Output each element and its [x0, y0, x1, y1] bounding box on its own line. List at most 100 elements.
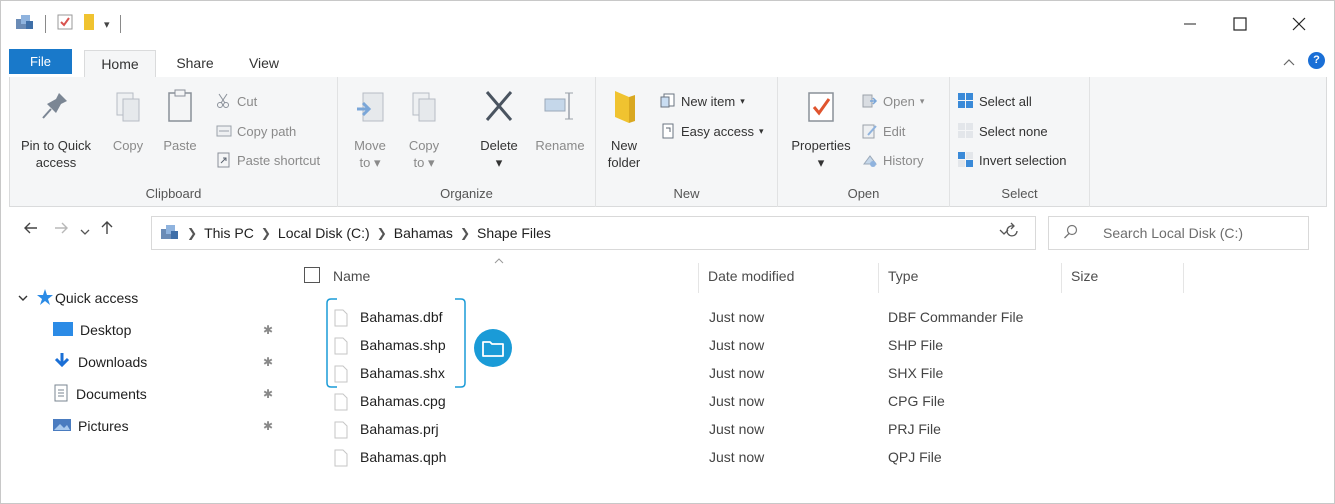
column-header-date[interactable]: Date modified	[708, 268, 794, 284]
paste-shortcut-button[interactable]: Paste shortcut	[216, 150, 320, 170]
table-row[interactable]: Bahamas.qph Just now QPJ File	[289, 444, 1335, 472]
tab-home[interactable]: Home	[84, 50, 156, 79]
new-folder-icon	[604, 87, 644, 131]
search-input[interactable]: Search Local Disk (C:)	[1103, 225, 1243, 241]
pin-icon[interactable]: ✱	[263, 355, 273, 369]
maximize-button[interactable]	[1210, 9, 1270, 39]
chevron-down-icon[interactable]	[17, 290, 29, 306]
delete-button[interactable]: Delete ▾	[474, 87, 524, 171]
explorer-app-icon[interactable]	[15, 13, 35, 36]
chevron-right-icon[interactable]: ❯	[187, 226, 197, 240]
table-row[interactable]: Bahamas.cpg Just now CPG File	[289, 388, 1335, 416]
file-name[interactable]: Bahamas.prj	[360, 421, 439, 437]
select-all-icon	[958, 93, 974, 109]
search-icon	[1063, 224, 1079, 245]
sidebar-item-desktop[interactable]: Desktop	[53, 317, 131, 343]
copy-path-button[interactable]: Copy path	[216, 121, 296, 141]
rename-label: Rename	[535, 138, 585, 153]
column-divider[interactable]	[1183, 263, 1184, 293]
breadcrumb-bahamas[interactable]: Bahamas	[394, 225, 453, 241]
breadcrumb-shape-files[interactable]: Shape Files	[477, 225, 551, 241]
file-type: DBF Commander File	[888, 309, 1024, 325]
tab-view[interactable]: View	[239, 50, 289, 77]
chevron-right-icon[interactable]: ❯	[261, 226, 271, 240]
search-box[interactable]: Search Local Disk (C:)	[1048, 216, 1309, 250]
copy-path-label: Copy path	[237, 123, 297, 139]
refresh-icon[interactable]	[1004, 222, 1020, 245]
recent-locations-icon[interactable]	[79, 222, 91, 242]
file-type: QPJ File	[888, 449, 942, 465]
breadcrumb-this-pc[interactable]: This PC	[204, 225, 254, 241]
column-divider[interactable]	[1061, 263, 1062, 293]
select-none-button[interactable]: Select none	[958, 121, 1048, 141]
new-group-label: New	[673, 186, 700, 201]
select-all-button[interactable]: Select all	[958, 91, 1032, 111]
column-divider[interactable]	[878, 263, 879, 293]
tab-share[interactable]: Share	[167, 50, 223, 77]
sidebar-item-downloads[interactable]: Downloads	[53, 349, 147, 375]
file-name[interactable]: Bahamas.qph	[360, 449, 446, 465]
cut-label: Cut	[237, 93, 258, 109]
forward-arrow-icon[interactable]	[53, 220, 69, 241]
chevron-right-icon[interactable]: ❯	[377, 226, 387, 240]
table-row[interactable]: Bahamas.prj Just now PRJ File	[289, 416, 1335, 444]
new-folder-qat-icon[interactable]	[82, 13, 96, 36]
new-item-icon	[660, 93, 676, 109]
file-date: Just now	[709, 309, 765, 325]
tab-file[interactable]: File	[9, 49, 72, 74]
pin-to-quick-access-button[interactable]: Pin to Quick access	[16, 87, 96, 171]
properties-qat-icon[interactable]	[56, 13, 74, 36]
properties-dropdown-icon[interactable]: ▾	[786, 154, 856, 171]
move-to-button[interactable]: Move to ▾	[350, 87, 390, 171]
up-arrow-icon[interactable]	[99, 220, 115, 241]
copy-label: Copy	[112, 138, 144, 153]
cut-button[interactable]: Cut	[216, 91, 257, 111]
delete-dropdown-icon[interactable]: ▾	[474, 154, 524, 171]
invert-selection-button[interactable]: Invert selection	[958, 150, 1066, 170]
easy-access-label: Easy access	[681, 123, 754, 139]
history-icon	[862, 152, 878, 168]
sidebar-item-documents[interactable]: Documents	[53, 381, 147, 407]
organize-group: Move to ▾ Copy to ▾ Delete ▾ Rename Orga…	[338, 77, 596, 207]
new-item-button[interactable]: New item ▾	[660, 91, 745, 111]
paste-shortcut-icon	[216, 152, 232, 168]
pin-icon[interactable]: ✱	[263, 387, 273, 401]
select-all-checkbox[interactable]	[304, 267, 320, 283]
new-folder-button[interactable]: New folder	[604, 87, 644, 171]
file-icon	[334, 393, 348, 414]
copy-button[interactable]: Copy	[106, 87, 150, 154]
sidebar-item-pictures[interactable]: Pictures	[53, 413, 129, 439]
column-header-size[interactable]: Size	[1071, 268, 1098, 284]
pin-icon	[16, 87, 96, 131]
breadcrumb-local-disk[interactable]: Local Disk (C:)	[278, 225, 370, 241]
file-explorer-window: ▾ File Home Share View ? Pin to Quick ac…	[0, 0, 1335, 504]
chevron-right-icon[interactable]: ❯	[460, 226, 470, 240]
help-icon[interactable]: ?	[1308, 52, 1325, 69]
rename-icon	[530, 87, 590, 131]
column-divider[interactable]	[698, 263, 699, 293]
history-button[interactable]: History	[862, 150, 923, 170]
pictures-icon	[53, 418, 71, 435]
select-none-label: Select none	[979, 123, 1048, 139]
easy-access-button[interactable]: Easy access ▾	[660, 121, 764, 141]
rename-button[interactable]: Rename	[530, 87, 590, 154]
minimize-ribbon-icon[interactable]	[1283, 53, 1295, 69]
customize-qat-icon[interactable]: ▾	[104, 18, 110, 31]
close-button[interactable]	[1269, 9, 1329, 39]
pin-icon[interactable]: ✱	[263, 419, 273, 433]
column-header-name[interactable]: Name	[333, 268, 370, 284]
quick-access-item[interactable]: Quick access	[17, 285, 138, 311]
edit-button[interactable]: Edit	[862, 121, 905, 141]
file-date: Just now	[709, 393, 765, 409]
paste-icon	[158, 87, 202, 131]
pin-icon[interactable]: ✱	[263, 323, 273, 337]
file-name[interactable]: Bahamas.cpg	[360, 393, 446, 409]
back-arrow-icon[interactable]	[23, 220, 39, 241]
column-header-type[interactable]: Type	[888, 268, 918, 284]
address-bar[interactable]: ❯ This PC ❯ Local Disk (C:) ❯ Bahamas ❯ …	[151, 216, 1036, 250]
properties-button[interactable]: Properties ▾	[786, 87, 856, 171]
paste-button[interactable]: Paste	[158, 87, 202, 154]
sidebar-item-label: Documents	[76, 386, 147, 402]
copy-to-button[interactable]: Copy to ▾	[404, 87, 444, 171]
open-button[interactable]: Open ▾	[862, 91, 924, 111]
